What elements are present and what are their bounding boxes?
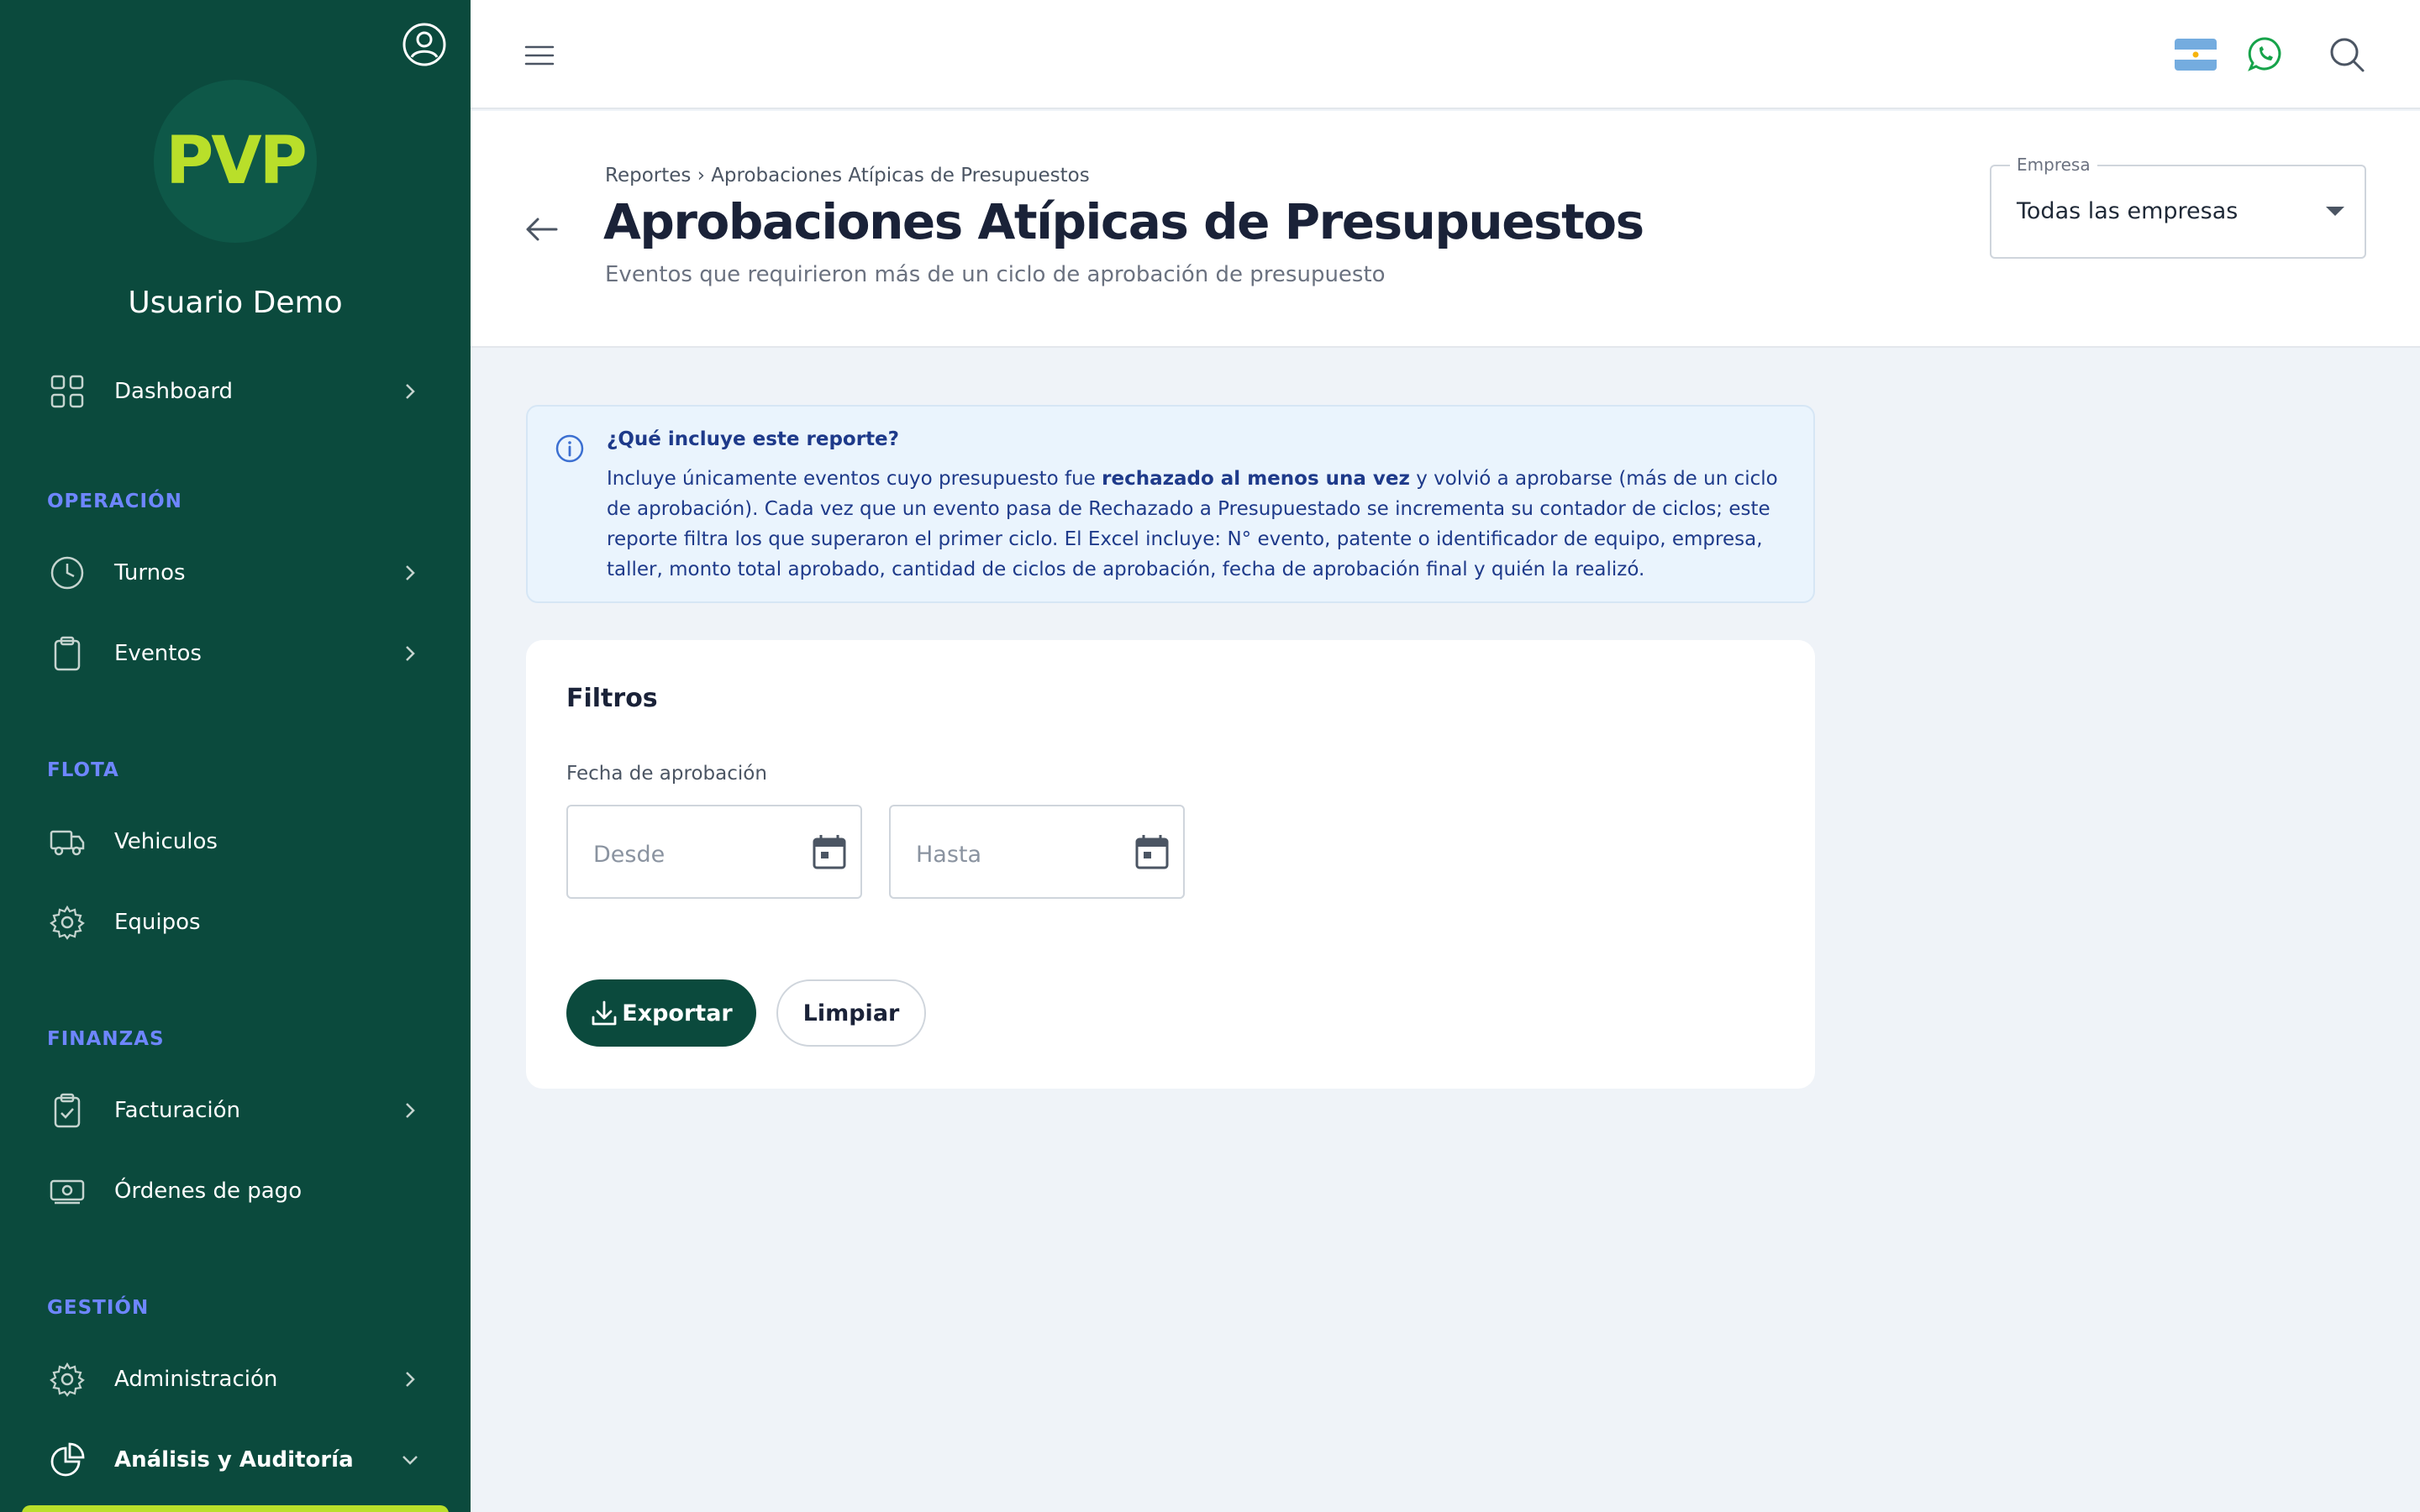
info-text: Incluye únicamente eventos cuyo presupue… <box>607 464 1791 585</box>
sidebar-item-dashboard[interactable]: Dashboard <box>0 358 471 425</box>
fecha-label: Fecha de aprobación <box>566 763 767 785</box>
filters-title: Filtros <box>566 684 658 713</box>
chevron-right-icon <box>406 646 415 661</box>
page-title: Aprobaciones Atípicas de Presupuestos <box>603 193 1644 250</box>
search-icon[interactable] <box>2328 35 2366 74</box>
chevron-right-icon <box>406 1103 415 1118</box>
clipboard-icon <box>54 636 81 671</box>
chevron-down-icon <box>402 1456 418 1465</box>
whatsapp-icon[interactable] <box>2247 35 2284 72</box>
logo: PVP <box>154 80 317 243</box>
page-subtitle: Eventos que requirieron más de un ciclo … <box>605 262 1386 287</box>
sidebar-item-label: Dashboard <box>114 379 234 404</box>
clear-button-label: Limpiar <box>802 1000 900 1026</box>
sidebar-item-eventos[interactable]: Eventos <box>0 620 471 687</box>
info-text-part: Incluye únicamente eventos cuyo presupue… <box>607 468 1102 490</box>
calendar-icon[interactable] <box>812 833 847 870</box>
logo-text: PVP <box>166 123 308 199</box>
download-icon <box>592 1000 617 1026</box>
info-title: ¿Qué incluye este reporte? <box>607 428 899 450</box>
grid-icon <box>50 375 84 408</box>
sidebar-item-label: Administración <box>114 1367 278 1392</box>
arrow-left-icon[interactable] <box>523 210 561 249</box>
sidebar-item-analisis-auditoria[interactable]: Análisis y Auditoría <box>0 1426 471 1494</box>
truck-icon <box>50 830 85 856</box>
sidebar-item-label: Análisis y Auditoría <box>114 1447 354 1473</box>
sidebar-item-facturacion[interactable]: Facturación <box>0 1077 471 1144</box>
argentina-flag-icon[interactable] <box>2175 39 2217 71</box>
hasta-date-input[interactable]: Hasta <box>889 805 1185 899</box>
page-header: Reportes › Aprobaciones Atípicas de Pres… <box>471 111 2420 348</box>
section-title-flota: FLOTA <box>47 759 119 781</box>
sidebar-item-turnos[interactable]: Turnos <box>0 539 471 606</box>
desde-date-input[interactable]: Desde <box>566 805 862 899</box>
sidebar-item-label: Vehiculos <box>114 829 218 854</box>
sidebar-item-label: Órdenes de pago <box>114 1179 302 1204</box>
empresa-value: Todas las empresas <box>2017 198 2238 224</box>
section-title-gestion: GESTIÓN <box>47 1297 150 1319</box>
chevron-right-icon <box>406 565 415 580</box>
clock-icon <box>50 556 84 590</box>
section-title-finanzas: FINANZAS <box>47 1028 165 1050</box>
sidebar-item-label: Eventos <box>114 641 202 666</box>
hamburger-menu-icon[interactable] <box>521 37 558 74</box>
money-icon <box>50 1179 85 1205</box>
info-icon <box>555 434 584 463</box>
calendar-icon[interactable] <box>1134 833 1170 870</box>
clear-button[interactable]: Limpiar <box>776 979 926 1047</box>
export-button-label: Exportar <box>622 1000 733 1026</box>
export-button[interactable]: Exportar <box>566 979 756 1047</box>
chevron-right-icon <box>406 384 415 399</box>
sidebar-item-label: Turnos <box>114 560 186 585</box>
caret-down-icon <box>2326 207 2344 216</box>
gear-icon <box>50 1362 85 1397</box>
hasta-placeholder: Hasta <box>916 842 982 868</box>
gear-icon <box>50 905 85 940</box>
sidebar-item-label: Equipos <box>114 910 201 935</box>
sidebar-item-equipos[interactable]: Equipos <box>0 889 471 956</box>
sidebar-item-label: Facturación <box>114 1098 240 1123</box>
desde-placeholder: Desde <box>593 842 666 868</box>
sidebar-item-administracion[interactable]: Administración <box>0 1346 471 1413</box>
clipboard-check-icon <box>54 1093 81 1128</box>
sidebar-item-ordenes-de-pago[interactable]: Órdenes de pago <box>0 1158 471 1225</box>
section-title-operacion: OPERACIÓN <box>47 491 182 512</box>
user-profile-icon[interactable] <box>402 22 447 67</box>
breadcrumb[interactable]: Reportes › Aprobaciones Atípicas de Pres… <box>605 165 1090 186</box>
empresa-select[interactable]: Empresa Todas las empresas <box>1990 155 2366 259</box>
info-text-bold: rechazado al menos una vez <box>1102 468 1410 490</box>
empresa-label: Empresa <box>2010 155 2097 175</box>
active-submenu-indicator <box>22 1505 449 1512</box>
info-card: ¿Qué incluye este reporte? Incluye única… <box>526 405 1815 603</box>
topbar <box>471 0 2420 109</box>
chevron-right-icon <box>406 1372 415 1387</box>
sidebar: PVP Usuario Demo Dashboard OPERACIÓN Tur… <box>0 0 471 1512</box>
sidebar-item-vehiculos[interactable]: Vehiculos <box>0 808 471 875</box>
filters-card: Filtros Fecha de aprobación Desde Hasta … <box>526 640 1815 1089</box>
pie-chart-icon <box>50 1442 85 1477</box>
username: Usuario Demo <box>128 286 343 320</box>
